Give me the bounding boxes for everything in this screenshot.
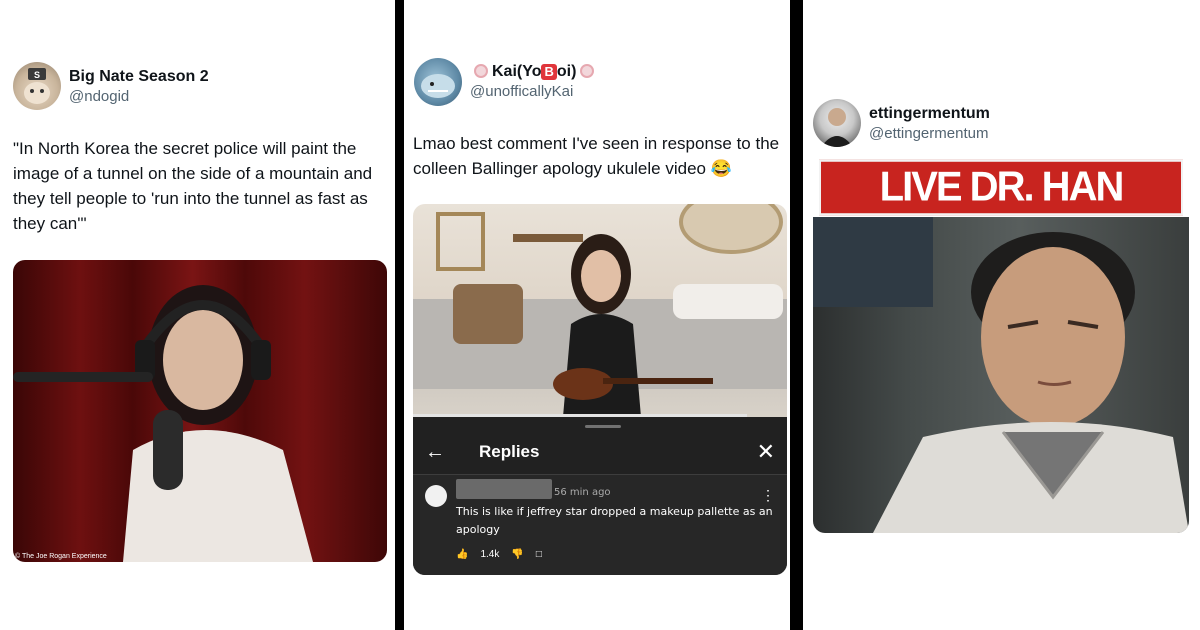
- like-icon[interactable]: 👍: [456, 549, 468, 560]
- avatar[interactable]: S: [13, 62, 61, 110]
- reaction-photo[interactable]: [813, 217, 1189, 533]
- display-name[interactable]: ettingermentum: [869, 105, 990, 123]
- more-options-icon[interactable]: ⋮: [761, 487, 775, 504]
- avatar[interactable]: [813, 99, 861, 147]
- redacted-username: [456, 479, 552, 499]
- comment: 56 min ago ⋮ This is like if jeffrey sta…: [413, 475, 787, 575]
- b-button-icon: B: [541, 64, 557, 80]
- ukulele-video-image: [413, 204, 787, 417]
- display-name-suffix: oi): [556, 63, 577, 80]
- tweet-text: "In North Korea the secret police will p…: [13, 139, 373, 233]
- cat-avatar-icon: S: [24, 68, 50, 104]
- tweet-card-kai: Kai(Yo Boi) @unofficallyKai Lmao best com…: [404, 0, 790, 630]
- replies-header: ← Replies ✕: [413, 437, 787, 473]
- comment-text: This is like if jeffrey star dropped a m…: [456, 505, 773, 536]
- live-reaction-banner: LIVE DR. HAN REACTION: [819, 159, 1183, 262]
- tweet-card-ettingermentum: ettingermentum @ettingermentum LIVE DR. …: [803, 0, 1200, 630]
- podcast-guest-image: [13, 285, 313, 562]
- pink-badge-icon: [474, 64, 488, 78]
- display-name[interactable]: Big Nate Season 2: [69, 68, 209, 86]
- image-credit: © The Joe Rogan Experience: [15, 553, 107, 560]
- shark-avatar-icon: [421, 74, 455, 98]
- close-icon[interactable]: ✕: [757, 439, 775, 465]
- dislike-icon[interactable]: 👎: [511, 549, 523, 560]
- display-name-part: Kai(Yo: [492, 63, 542, 80]
- drag-handle[interactable]: [585, 425, 621, 428]
- avatar[interactable]: [414, 58, 462, 106]
- user-handle[interactable]: @unofficallyKai: [470, 83, 573, 100]
- person-avatar-icon: [821, 108, 853, 147]
- replies-title: Replies: [479, 442, 540, 461]
- comment-time: 56 min ago: [554, 487, 611, 498]
- video-frame[interactable]: [413, 204, 787, 417]
- comment-actions: 👍 1.4k 👎 □: [456, 549, 554, 560]
- dr-han-image: [813, 217, 1189, 533]
- replies-sheet: ← Replies ✕ 56 min ago ⋮ This is like if…: [413, 417, 787, 575]
- display-name[interactable]: Kai(Yo Boi): [470, 63, 598, 81]
- pink-badge-icon: [580, 64, 595, 78]
- like-count: 1.4k: [480, 549, 500, 560]
- tweet-card-big-nate: S Big Nate Season 2 @ndogid "In North Ko…: [0, 0, 395, 630]
- tweet-text: Lmao best comment I've seen in response …: [413, 134, 780, 178]
- reply-icon[interactable]: □: [536, 549, 542, 560]
- svg-text:S: S: [34, 70, 40, 80]
- podcast-photo[interactable]: © The Joe Rogan Experience: [13, 260, 387, 562]
- user-handle[interactable]: @ettingermentum: [869, 125, 988, 142]
- commenter-avatar[interactable]: [425, 485, 447, 507]
- back-arrow-icon[interactable]: ←: [425, 441, 445, 464]
- user-handle[interactable]: @ndogid: [69, 88, 129, 105]
